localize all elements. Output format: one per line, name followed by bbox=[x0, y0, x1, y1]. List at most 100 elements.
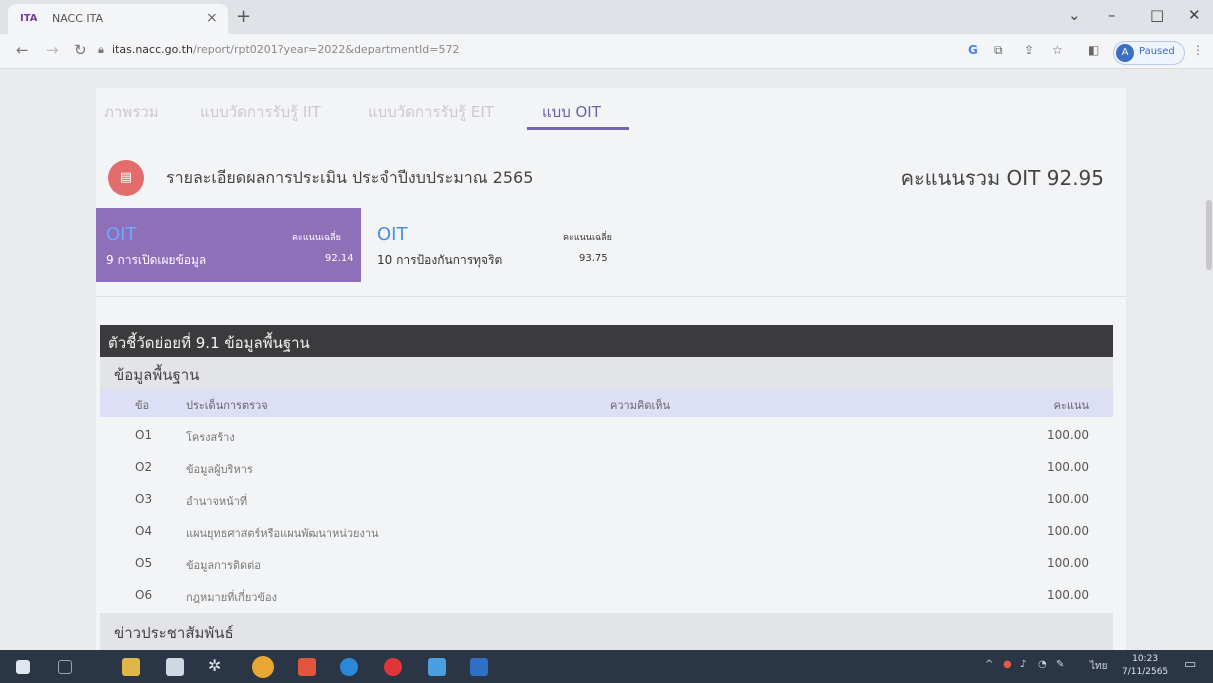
language-indicator[interactable]: ไทย bbox=[1090, 659, 1107, 674]
google-icon[interactable]: G bbox=[968, 43, 978, 57]
tab-search-icon[interactable]: ⌄ bbox=[1068, 6, 1081, 24]
edge-icon[interactable] bbox=[340, 658, 358, 676]
table-row[interactable]: O5 ข้อมูลการติดต่อ 100.00 bbox=[100, 547, 1113, 579]
row-score: 100.00 bbox=[1047, 428, 1089, 442]
row-no: O4 bbox=[135, 524, 153, 538]
card-tag: OIT bbox=[377, 224, 408, 245]
side-panel-icon[interactable]: ◧ bbox=[1088, 43, 1099, 57]
table-row[interactable]: O2 ข้อมูลผู้บริหาร 100.00 bbox=[100, 451, 1113, 483]
tab-oit[interactable]: แบบ OIT bbox=[542, 100, 601, 124]
row-no: O6 bbox=[135, 588, 153, 602]
url-field[interactable]: itas.nacc.go.th/report/rpt0201?year=2022… bbox=[112, 43, 459, 56]
page-scrollbar[interactable] bbox=[1206, 200, 1212, 270]
notification-icon[interactable]: ▭ bbox=[1184, 657, 1196, 672]
row-score: 100.00 bbox=[1047, 556, 1089, 570]
url-path: /report/rpt0201?year=2022&departmentId=5… bbox=[192, 43, 460, 56]
forward-icon[interactable]: → bbox=[46, 41, 59, 59]
table-row[interactable]: O4 แผนยุทธศาสตร์หรือแผนพัฒนาหน่วยงาน 100… bbox=[100, 515, 1113, 547]
tab-eit[interactable]: แบบวัดการรับรู้ EIT bbox=[368, 100, 494, 124]
settings-gear-icon[interactable]: ✲ bbox=[208, 656, 226, 675]
bookmark-star-icon[interactable]: ☆ bbox=[1052, 43, 1063, 57]
mail-icon[interactable] bbox=[428, 658, 446, 676]
windows-start-icon[interactable] bbox=[16, 660, 30, 674]
menu-kebab-icon[interactable]: ⋮ bbox=[1192, 43, 1204, 57]
row-issue: โครงสร้าง bbox=[186, 431, 235, 444]
browser-tab[interactable]: ITA NACC ITA × bbox=[8, 4, 228, 34]
tab-iit[interactable]: แบบวัดการรับรู้ IIT bbox=[200, 100, 321, 124]
card-name: 10 การป้องกันการทุจริต bbox=[377, 253, 503, 267]
indicator-card-9[interactable]: OIT คะแนนเฉลี่ย 9 การเปิดเผยข้อมูล 92.14 bbox=[96, 208, 361, 282]
close-window-icon[interactable]: ✕ bbox=[1188, 6, 1201, 24]
table-row[interactable]: O1 โครงสร้าง 100.00 bbox=[100, 419, 1113, 451]
word-icon[interactable] bbox=[470, 658, 488, 676]
col-issue: ประเด็นการตรวจ bbox=[186, 399, 268, 412]
row-no: O1 bbox=[135, 428, 153, 442]
col-score: คะแนน bbox=[1053, 399, 1089, 412]
card-score-label: คะแนนเฉลี่ย bbox=[292, 233, 341, 243]
maximize-icon[interactable]: □ bbox=[1150, 6, 1164, 24]
total-score: คะแนนรวม OIT 92.95 bbox=[900, 166, 1104, 190]
clock-date: 7/11/2565 bbox=[1122, 667, 1169, 677]
row-issue: แผนยุทธศาสตร์หรือแผนพัฒนาหน่วยงาน bbox=[186, 527, 379, 540]
table-header: ข้อ ประเด็นการตรวจ ความคิดเห็น คะแนน bbox=[100, 389, 1113, 417]
reload-icon[interactable]: ↻ bbox=[74, 41, 87, 59]
tab-overview[interactable]: ภาพรวม bbox=[104, 100, 159, 124]
new-tab-button[interactable]: + bbox=[236, 6, 251, 27]
document-icon: ▤ bbox=[108, 160, 144, 196]
translate-icon[interactable]: ⧉ bbox=[994, 43, 1003, 58]
report-page: ภาพรวม แบบวัดการรับรู้ IIT แบบวัดการรับร… bbox=[96, 88, 1126, 650]
taskbar: ✲ ^ ● ♪ ◔ ✎ ไทย 10:23 7/11/2565 ▭ bbox=[0, 650, 1213, 683]
site-logo-icon: ITA bbox=[20, 13, 38, 24]
office-icon[interactable] bbox=[298, 658, 316, 676]
row-no: O2 bbox=[135, 460, 153, 474]
volume-icon[interactable]: ♪ bbox=[1020, 659, 1026, 670]
indicator-card-10[interactable]: OIT คะแนนเฉลี่ย 10 การป้องกันการทุจริต 9… bbox=[361, 208, 626, 282]
task-view-icon[interactable] bbox=[58, 660, 72, 674]
row-score: 100.00 bbox=[1047, 588, 1089, 602]
network-icon[interactable]: ◔ bbox=[1038, 659, 1047, 670]
row-issue: อำนาจหน้าที่ bbox=[186, 495, 248, 508]
tray-app-icon[interactable]: ● bbox=[1003, 659, 1012, 670]
clock[interactable]: 10:23 7/11/2565 bbox=[1122, 653, 1168, 679]
divider bbox=[96, 296, 1126, 297]
lock-icon[interactable]: 🔒︎ bbox=[98, 43, 104, 57]
store-icon[interactable] bbox=[166, 658, 184, 676]
row-issue: กฎหมายที่เกี่ยวข้อง bbox=[186, 591, 277, 604]
section-header: ข้อมูลพื้นฐาน bbox=[100, 357, 1113, 389]
profile-button[interactable]: A Paused bbox=[1113, 41, 1185, 65]
row-issue: ข้อมูลผู้บริหาร bbox=[186, 463, 253, 476]
close-tab-icon[interactable]: × bbox=[206, 10, 218, 26]
minimize-icon[interactable]: – bbox=[1108, 6, 1116, 24]
table-row[interactable]: O6 กฎหมายที่เกี่ยวข้อง 100.00 bbox=[100, 579, 1113, 611]
section-header-news: ข่าวประชาสัมพันธ์ bbox=[100, 613, 1113, 650]
profile-status: Paused bbox=[1139, 46, 1175, 57]
report-title: รายละเอียดผลการประเมิน ประจำปีงบประมาณ 2… bbox=[166, 168, 534, 187]
col-no: ข้อ bbox=[135, 399, 150, 412]
opera-icon[interactable] bbox=[384, 658, 402, 676]
card-score-label: คะแนนเฉลี่ย bbox=[563, 233, 612, 243]
table-row[interactable]: O3 อำนาจหน้าที่ 100.00 bbox=[100, 483, 1113, 515]
news-section-title: ข่าวประชาสัมพันธ์ bbox=[114, 624, 234, 642]
clock-time: 10:23 bbox=[1132, 654, 1159, 664]
row-score: 100.00 bbox=[1047, 460, 1089, 474]
indicator-header: ตัวชี้วัดย่อยที่ 9.1 ข้อมูลพื้นฐาน bbox=[100, 325, 1113, 357]
card-tag: OIT bbox=[106, 224, 137, 245]
row-score: 100.00 bbox=[1047, 492, 1089, 506]
tray-chevron-icon[interactable]: ^ bbox=[985, 659, 993, 670]
report-tabs: ภาพรวม แบบวัดการรับรู้ IIT แบบวัดการรับร… bbox=[96, 88, 1126, 134]
active-tab-indicator bbox=[527, 127, 629, 130]
row-no: O5 bbox=[135, 556, 153, 570]
card-score: 92.14 bbox=[325, 253, 354, 264]
tab-title: NACC ITA bbox=[52, 12, 104, 25]
section-title: ข้อมูลพื้นฐาน bbox=[114, 366, 200, 384]
file-explorer-icon[interactable] bbox=[122, 658, 140, 676]
card-score: 93.75 bbox=[579, 253, 608, 264]
pen-icon[interactable]: ✎ bbox=[1056, 659, 1064, 670]
indicator-title: ตัวชี้วัดย่อยที่ 9.1 ข้อมูลพื้นฐาน bbox=[108, 334, 310, 352]
chrome-icon[interactable] bbox=[252, 656, 274, 678]
card-name: 9 การเปิดเผยข้อมูล bbox=[106, 253, 207, 267]
back-icon[interactable]: ← bbox=[16, 41, 29, 59]
share-icon[interactable]: ⇪ bbox=[1024, 43, 1034, 57]
avatar: A bbox=[1116, 44, 1134, 62]
row-no: O3 bbox=[135, 492, 153, 506]
